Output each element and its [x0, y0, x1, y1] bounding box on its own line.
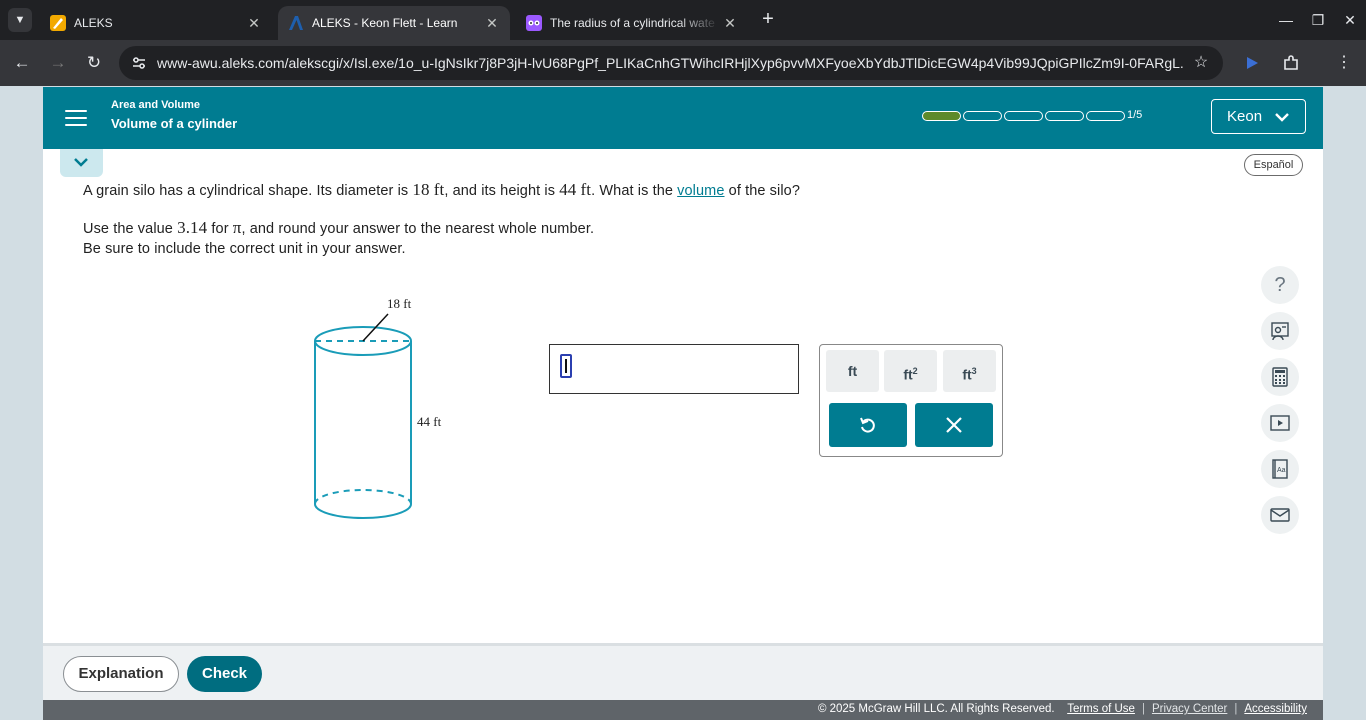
- browser-toolbar: ← → ↻ www-awu.aleks.com/alekscgi/x/Isl.e…: [0, 40, 1366, 86]
- site-settings-icon[interactable]: [127, 51, 151, 75]
- topic-header: Area and Volume Volume of a cylinder 1/5…: [43, 87, 1323, 149]
- instructor-icon[interactable]: [1261, 312, 1299, 350]
- clear-button[interactable]: [915, 403, 993, 447]
- help-question-icon[interactable]: ?: [1261, 266, 1299, 304]
- tab-title: ALEKS - Keon Flett - Learn: [312, 16, 458, 30]
- progress-segment: [963, 111, 1002, 121]
- undo-button[interactable]: [829, 403, 907, 447]
- answer-input[interactable]: [549, 344, 799, 394]
- progress-segment: [1086, 111, 1125, 121]
- tab-title: The radius of a cylindrical wate: [550, 16, 715, 30]
- new-tab-plus-icon[interactable]: +: [756, 8, 780, 32]
- diameter-label: 18 ft: [387, 296, 412, 311]
- bookmark-star-icon[interactable]: ☆: [1189, 51, 1213, 75]
- tab-title: ALEKS: [74, 16, 113, 30]
- question-line-2: Use the value 3.14 for π, and round your…: [83, 218, 595, 237]
- reload-icon[interactable]: ↻: [82, 51, 106, 75]
- privacy-link[interactable]: Privacy Center: [1152, 703, 1227, 715]
- subtopic-title: Volume of a cylinder: [111, 116, 238, 131]
- forward-arrow-icon[interactable]: →: [46, 51, 70, 75]
- aleks-a-icon: [288, 15, 304, 31]
- message-envelope-icon[interactable]: [1261, 496, 1299, 534]
- terms-link[interactable]: Terms of Use: [1067, 703, 1135, 715]
- owl-icon: [526, 15, 542, 31]
- unit-ft2-button[interactable]: ft2: [884, 350, 937, 392]
- video-play-icon[interactable]: [1261, 404, 1299, 442]
- height-label: 44 ft: [417, 414, 442, 429]
- close-tab-icon[interactable]: ✕: [482, 15, 502, 32]
- extension-play-icon[interactable]: [1240, 51, 1264, 75]
- minimize-icon[interactable]: —: [1274, 8, 1298, 32]
- unit-ft3-button[interactable]: ft3: [943, 350, 996, 392]
- tab-radius-question[interactable]: The radius of a cylindrical wate ✕: [516, 6, 748, 40]
- textbook-icon[interactable]: Aa: [1261, 450, 1299, 488]
- progress-segment: [1045, 111, 1084, 121]
- accessibility-link[interactable]: Accessibility: [1244, 703, 1307, 715]
- browser-menu-icon[interactable]: ⋮: [1332, 51, 1356, 75]
- volume-link[interactable]: volume: [677, 183, 724, 199]
- progress-label: 1/5: [1127, 109, 1143, 121]
- tab-strip: ▼ ALEKS ✕ ALEKS - Keon Flett - Learn ✕ T…: [0, 0, 1366, 40]
- diameter-value: 18: [412, 180, 430, 199]
- back-arrow-icon[interactable]: ←: [10, 51, 34, 75]
- svg-text:Aa: Aa: [1277, 467, 1286, 474]
- undo-icon: [860, 417, 875, 433]
- tab-aleks-learn[interactable]: ALEKS - Keon Flett - Learn ✕: [278, 6, 510, 40]
- progress-segment: [922, 111, 961, 121]
- chevron-down-icon: [1275, 113, 1289, 122]
- tab-aleks[interactable]: ALEKS ✕: [40, 6, 272, 40]
- restore-icon[interactable]: ❐: [1306, 8, 1330, 32]
- unit-palette: ft ft2 ft3: [819, 344, 1003, 457]
- user-name: Keon: [1227, 108, 1263, 125]
- aleks-page: Area and Volume Volume of a cylinder 1/5…: [43, 87, 1323, 720]
- check-button[interactable]: Check: [187, 656, 262, 692]
- question-line-3: Be sure to include the correct unit in y…: [83, 241, 406, 257]
- legal-footer: © 2025 McGraw Hill LLC. All Rights Reser…: [43, 700, 1323, 720]
- action-footer: Explanation Check: [43, 646, 1323, 700]
- tab-search-chevron-icon[interactable]: ▼: [8, 8, 32, 32]
- close-window-icon[interactable]: ✕: [1338, 8, 1362, 32]
- espanol-button[interactable]: Español: [1244, 154, 1303, 176]
- address-bar[interactable]: www-awu.aleks.com/alekscgi/x/Isl.exe/1o_…: [119, 46, 1223, 80]
- aleks-pencil-icon: [50, 15, 66, 31]
- close-icon: [946, 417, 962, 433]
- question-line-1: A grain silo has a cylindrical shape. It…: [83, 180, 800, 199]
- cylinder-figure: 18 ft 44 ft: [314, 296, 442, 519]
- url-text: www-awu.aleks.com/alekscgi/x/Isl.exe/1o_…: [157, 55, 1183, 71]
- chevron-down-icon: [74, 158, 88, 167]
- unit-ft-button[interactable]: ft: [826, 350, 879, 392]
- copyright-text: © 2025 McGraw Hill LLC. All Rights Reser…: [817, 703, 1055, 715]
- height-value: 44: [559, 180, 577, 199]
- calculator-icon[interactable]: [1261, 358, 1299, 396]
- extensions-puzzle-icon[interactable]: [1279, 51, 1303, 75]
- collapse-question-button[interactable]: [60, 149, 103, 177]
- progress-bar: [922, 111, 1125, 122]
- pi-value: 3.14: [177, 218, 208, 237]
- close-tab-icon[interactable]: ✕: [244, 15, 264, 32]
- topic-title: Area and Volume: [111, 99, 201, 111]
- close-tab-icon[interactable]: ✕: [720, 15, 740, 32]
- user-menu-button[interactable]: Keon: [1211, 99, 1306, 134]
- hamburger-menu-icon[interactable]: [65, 106, 89, 130]
- progress-segment: [1004, 111, 1043, 121]
- text-cursor-icon: [560, 354, 572, 378]
- explanation-button[interactable]: Explanation: [63, 656, 179, 692]
